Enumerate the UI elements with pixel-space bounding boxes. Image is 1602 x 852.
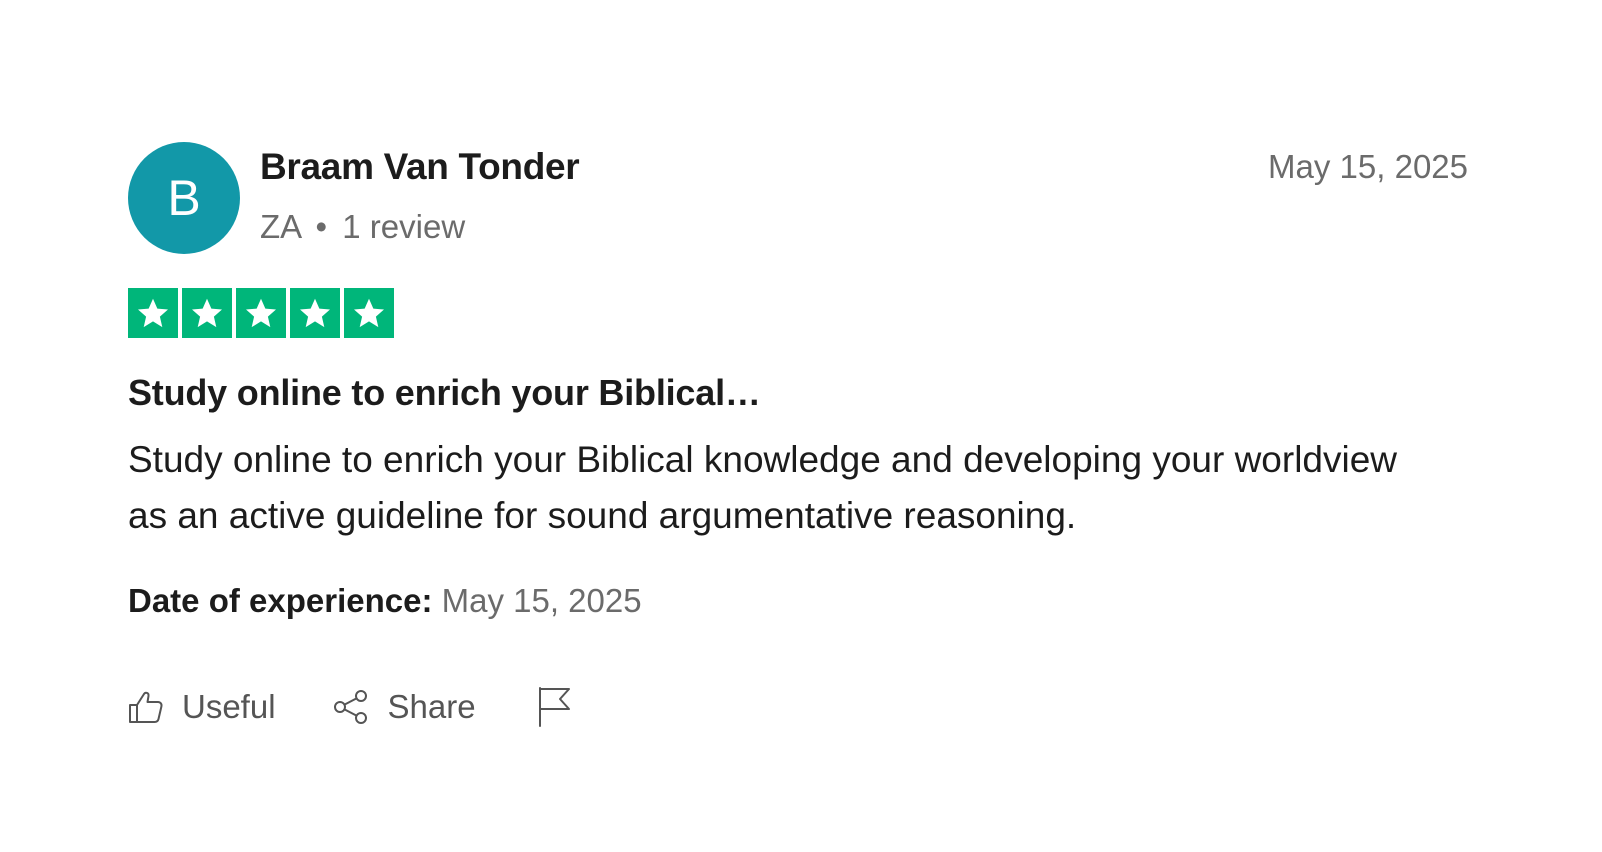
share-icon [333, 690, 367, 724]
star-icon [138, 298, 168, 328]
avatar[interactable]: B [128, 142, 240, 254]
review-header: B Braam Van Tonder ZA • 1 review May 15,… [128, 142, 1468, 254]
experience-date: May 15, 2025 [441, 582, 642, 619]
review-date: May 15, 2025 [1268, 148, 1468, 185]
meta-separator: • [315, 208, 328, 245]
star-2 [182, 288, 232, 338]
useful-label: Useful [182, 688, 276, 725]
report-button[interactable] [536, 686, 572, 728]
star-icon [354, 298, 384, 328]
reviewer-name[interactable]: Braam Van Tonder [260, 146, 580, 188]
star-rating [128, 288, 1468, 338]
review-card: B Braam Van Tonder ZA • 1 review May 15,… [128, 142, 1468, 728]
thumbs-up-icon [129, 691, 163, 723]
star-1 [128, 288, 178, 338]
useful-button[interactable]: Useful [128, 688, 276, 726]
star-icon [300, 298, 330, 328]
flag-icon [538, 687, 570, 727]
experience-label: Date of experience: [128, 582, 433, 619]
star-3 [236, 288, 286, 338]
review-title[interactable]: Study online to enrich your Biblical… [128, 372, 1468, 414]
reviewer-meta: ZA • 1 review [260, 208, 465, 246]
star-icon [192, 298, 222, 328]
review-actions: Useful Share [128, 686, 1468, 728]
star-icon [246, 298, 276, 328]
reviewer-country: ZA [260, 208, 301, 245]
share-label: Share [387, 688, 476, 725]
star-5 [344, 288, 394, 338]
star-4 [290, 288, 340, 338]
review-body: Study online to enrich your Biblical kno… [128, 439, 1398, 536]
date-of-experience: Date of experience: May 15, 2025 [128, 582, 1468, 620]
reviewer-review-count: 1 review [342, 208, 466, 245]
share-button[interactable]: Share [332, 688, 476, 726]
